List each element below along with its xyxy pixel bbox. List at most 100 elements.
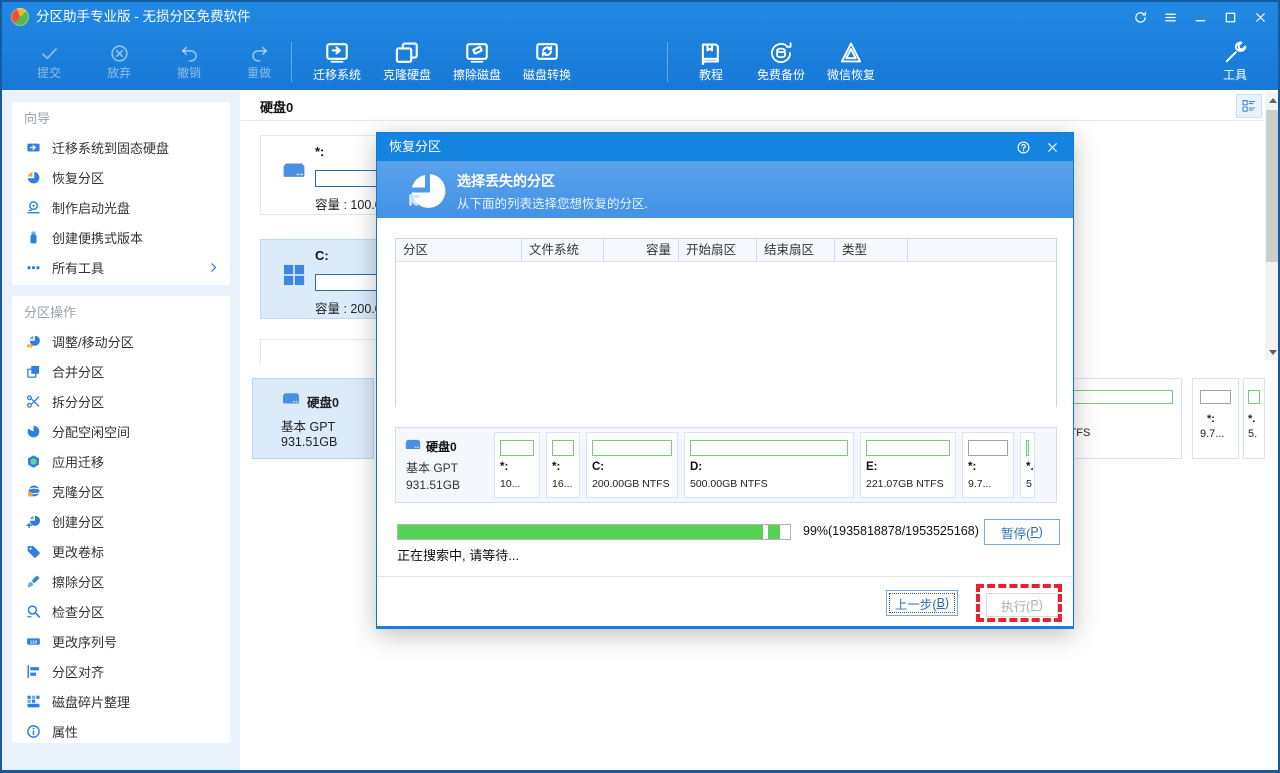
- toolbar-item-convert-disk[interactable]: 磁盘转换: [512, 32, 582, 90]
- disk-icon: [281, 158, 307, 184]
- usage-bar: [1200, 390, 1231, 404]
- scrollbar-thumb[interactable]: [1266, 110, 1280, 262]
- all-tools-icon: [26, 260, 41, 275]
- usage-bar: [500, 440, 534, 456]
- wechat-recovery-icon: [838, 40, 864, 66]
- sidebar-item-properties[interactable]: 属性: [12, 716, 230, 746]
- minimize-button[interactable]: [1193, 10, 1208, 25]
- sidebar-item-resize-move[interactable]: 调整/移动分区: [12, 326, 230, 356]
- disk-info-card[interactable]: 硬盘0基本 GPT931.51GB: [252, 378, 374, 459]
- check-icon: [39, 43, 60, 64]
- partition-strip-card[interactable]: *.5.: [1243, 378, 1265, 459]
- usage-bar: [1248, 390, 1260, 404]
- status-text: 正在搜索中, 请等待...: [397, 545, 519, 564]
- table-body[interactable]: [396, 262, 1056, 407]
- sidebar-item-defrag[interactable]: 磁盘碎片整理: [12, 686, 230, 716]
- back-button[interactable]: 上一步(B): [886, 590, 958, 616]
- vertical-scrollbar[interactable]: [1265, 92, 1280, 360]
- strip-partition-4[interactable]: D:500.00GB NTFS: [684, 432, 854, 498]
- strip-partition-1[interactable]: *:10...: [494, 432, 540, 498]
- merge-icon: [26, 364, 41, 379]
- disk-icon: [281, 389, 301, 409]
- maximize-button[interactable]: [1223, 10, 1238, 25]
- migrate-disk-icon: [324, 40, 350, 66]
- toolbar: 提交放弃撤销重做 迁移系统克隆硬盘擦除磁盘磁盘转换 教程免费备份微信恢复 工具: [2, 32, 1278, 90]
- portable-version-icon: [26, 230, 41, 245]
- sidebar-item-split[interactable]: 拆分分区: [12, 386, 230, 416]
- table-header-5[interactable]: 结束扇区: [757, 239, 835, 262]
- allocate-space-icon: [26, 424, 41, 439]
- windows-icon: [281, 262, 307, 288]
- strip-partition-2[interactable]: *:16...: [546, 432, 580, 498]
- partition-strip-card[interactable]: *:9.7...: [1192, 378, 1239, 459]
- sidebar-item-recover-partition[interactable]: 恢复分区: [12, 162, 230, 192]
- table-header-6[interactable]: 类型: [835, 239, 908, 262]
- convert-disk-icon: [534, 40, 560, 66]
- toolbar-item-cancel[interactable]: 放弃: [84, 32, 154, 90]
- top-chrome: 分区助手专业版 - 无损分区免费软件 提交放弃撤销重做 迁移系统克隆硬盘擦除磁盘…: [2, 2, 1278, 90]
- recover-partition-icon: [26, 170, 41, 185]
- execute-highlight-box: 执行(P): [976, 584, 1062, 622]
- sidebar-item-all-tools[interactable]: 所有工具: [12, 252, 230, 282]
- pause-button[interactable]: 暂停(P): [984, 519, 1060, 545]
- toolbar-item-erase-disk[interactable]: 擦除磁盘: [442, 32, 512, 90]
- sidebar-item-change-label[interactable]: 更改卷标: [12, 536, 230, 566]
- sidebar-item-clone-partition[interactable]: 克隆分区: [12, 476, 230, 506]
- sidebar-item-portable-version[interactable]: 创建便携式版本: [12, 222, 230, 252]
- help-icon[interactable]: [1016, 140, 1031, 155]
- table-header-filler: [908, 239, 1056, 262]
- sidebar-item-app-migrate[interactable]: 应用迁移: [12, 446, 230, 476]
- defrag-icon: [26, 694, 41, 709]
- execute-button[interactable]: 执行(P): [986, 593, 1058, 617]
- toolbar-item-wechat-recovery[interactable]: 微信恢复: [816, 32, 886, 90]
- disk-info: 硬盘0基本 GPT931.51GB: [400, 432, 488, 498]
- sidebar-item-create-partition[interactable]: 创建分区: [12, 506, 230, 536]
- strip-partition-5[interactable]: E:221.07GB NTFS: [860, 432, 956, 498]
- strip-partition-6[interactable]: *:9.7...: [962, 432, 1014, 498]
- toolbar-item-migrate-disk[interactable]: 迁移系统: [302, 32, 372, 90]
- table-header-3[interactable]: 容量: [604, 239, 679, 262]
- dialog-titlebar: 恢复分区: [377, 133, 1073, 161]
- sidebar-item-merge[interactable]: 合并分区: [12, 356, 230, 386]
- table-header-1[interactable]: 分区: [396, 239, 522, 262]
- menu-button[interactable]: [1163, 10, 1178, 25]
- toolbar-item-redo[interactable]: 重做: [224, 32, 294, 90]
- usage-bar: [592, 440, 672, 456]
- table-header-2[interactable]: 文件系统: [522, 239, 604, 262]
- sidebar-item-check-partition[interactable]: 检查分区: [12, 596, 230, 626]
- toolbar-item-tools[interactable]: 工具: [1200, 32, 1270, 90]
- toolbar-item-clone-disk[interactable]: 克隆硬盘: [372, 32, 442, 90]
- align-partition-icon: [26, 664, 41, 679]
- clone-disk-icon: [394, 40, 420, 66]
- usage-bar: [1026, 440, 1029, 456]
- check-partition-icon: [26, 604, 41, 619]
- app-migrate-icon: [26, 454, 41, 469]
- boot-disc-icon: [26, 200, 41, 215]
- strip-partition-3[interactable]: C:200.00GB NTFS: [586, 432, 678, 498]
- scroll-down-button[interactable]: [1265, 344, 1280, 360]
- sidebar-item-change-serial[interactable]: 123更改序列号: [12, 626, 230, 656]
- close-button[interactable]: [1253, 10, 1268, 25]
- svg-text:123: 123: [30, 639, 38, 644]
- sidebar-item-wipe-partition[interactable]: 擦除分区: [12, 566, 230, 596]
- sidebar-item-migrate-ssd[interactable]: 迁移系统到固态硬盘: [12, 132, 230, 162]
- strip-partition-7[interactable]: *.5.: [1020, 432, 1035, 498]
- recover-partition-dialog: 恢复分区 选择丢失的分区 从下面的列表选择您想恢复的分区. 分区文件系统容量开始…: [376, 132, 1074, 629]
- toolbar-item-tutorial[interactable]: 教程: [676, 32, 746, 90]
- toolbar-item-undo[interactable]: 撤销: [154, 32, 224, 90]
- search-progressbar: [397, 524, 791, 540]
- split-icon: [26, 394, 41, 409]
- refresh-button[interactable]: [1133, 10, 1148, 25]
- table-header-4[interactable]: 开始扇区: [679, 239, 757, 262]
- view-toggle-button[interactable]: [1236, 94, 1262, 118]
- scroll-up-button[interactable]: [1265, 92, 1280, 108]
- toolbar-item-backup[interactable]: 免费备份: [746, 32, 816, 90]
- toolbar-item-check[interactable]: 提交: [14, 32, 84, 90]
- redo-icon: [249, 43, 270, 64]
- sidebar-item-boot-disc[interactable]: 制作启动光盘: [12, 192, 230, 222]
- close-icon[interactable]: [1045, 140, 1060, 155]
- wipe-partition-icon: [26, 574, 41, 589]
- sidebar: 向导 迁移系统到固态硬盘恢复分区制作启动光盘创建便携式版本所有工具 分区操作 调…: [2, 90, 240, 770]
- sidebar-item-allocate-space[interactable]: 分配空闲空间: [12, 416, 230, 446]
- sidebar-item-align-partition[interactable]: 分区对齐: [12, 656, 230, 686]
